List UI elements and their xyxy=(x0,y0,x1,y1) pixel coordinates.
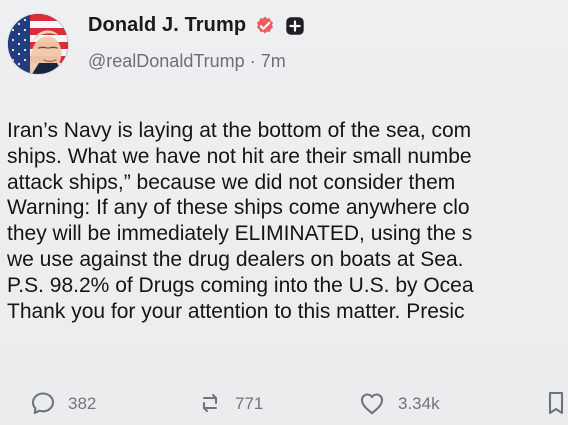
post-line: Warning: If any of these ships come anyw… xyxy=(7,196,470,220)
post-body: Iran’s Navy is laying at the bottom of t… xyxy=(7,118,568,324)
profile-avatar-flag-portrait-icon xyxy=(8,14,68,74)
plus-badge-icon xyxy=(284,15,306,37)
verified-badge-icon xyxy=(254,15,276,37)
repost-button[interactable]: 771 xyxy=(195,388,263,418)
post-line: attack ships,” because we did not consid… xyxy=(7,170,456,194)
post-line: Thank you for your attention to this mat… xyxy=(7,299,465,323)
bookmark-icon xyxy=(544,388,568,418)
post-line: they will be immediately ELIMINATED, usi… xyxy=(7,222,473,246)
profile-avatar[interactable] xyxy=(8,14,68,74)
reply-button[interactable]: 382 xyxy=(28,388,96,418)
truth-social-post-card: Donald J. Trump @realDonaldTrump · 7m Ir… xyxy=(0,0,568,425)
like-button[interactable]: 3.34k xyxy=(356,388,440,418)
post-line: P.S. 98.2% of Drugs coming into the U.S.… xyxy=(7,273,474,297)
author-handle[interactable]: @realDonaldTrump xyxy=(88,51,245,71)
reply-count: 382 xyxy=(68,393,97,413)
post-line: Iran’s Navy is laying at the bottom of t… xyxy=(7,119,472,142)
reply-icon xyxy=(28,388,58,418)
author-display-name[interactable]: Donald J. Trump xyxy=(88,14,246,37)
author-handle-time: @realDonaldTrump · 7m xyxy=(88,51,286,72)
handle-time-separator: · xyxy=(249,51,256,71)
post-action-bar: 382 771 3.34k xyxy=(0,388,568,418)
post-line: we use against the drug dealers on boats… xyxy=(7,247,464,271)
repost-count: 771 xyxy=(235,393,264,413)
author-name-row: Donald J. Trump xyxy=(88,14,306,37)
bookmark-button[interactable] xyxy=(544,388,568,418)
post-time[interactable]: 7m xyxy=(261,51,286,71)
heart-icon xyxy=(356,388,388,418)
repost-icon xyxy=(195,388,225,418)
post-line: ships. What we have not hit are their sm… xyxy=(7,144,472,168)
like-count: 3.34k xyxy=(398,393,440,413)
